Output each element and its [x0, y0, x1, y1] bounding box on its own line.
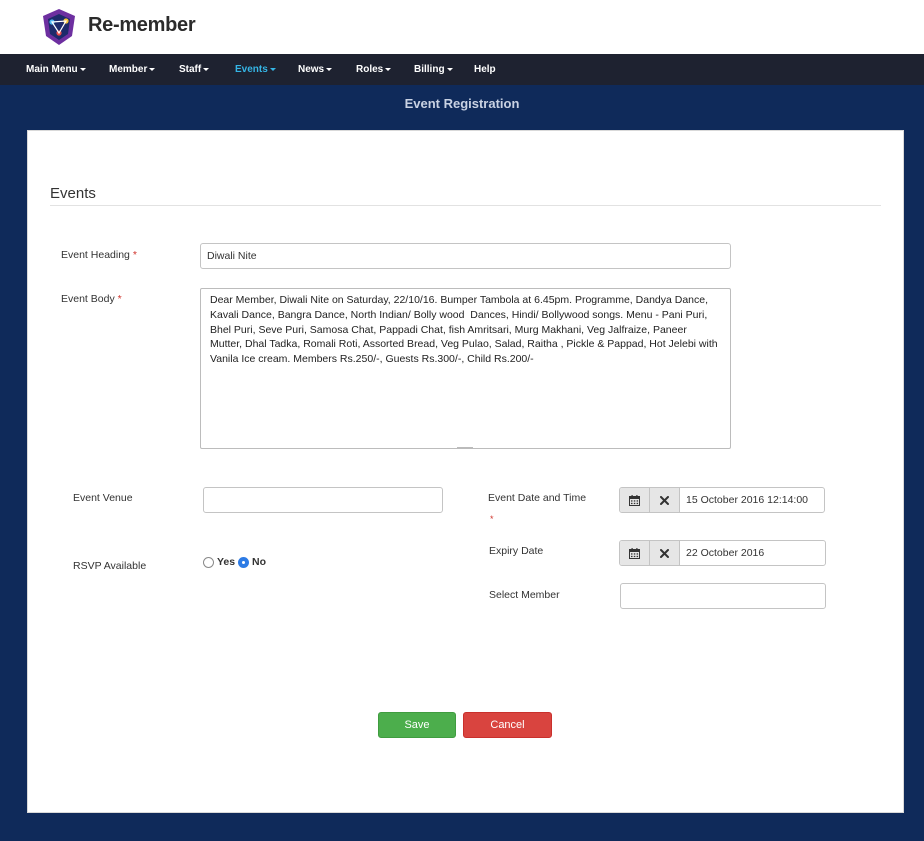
event-form-card: Events Event Heading * Diwali Nite Event…: [27, 130, 904, 813]
event-heading-input[interactable]: Diwali Nite: [200, 243, 731, 269]
calendar-icon: [629, 547, 640, 559]
caret-down-icon: [326, 68, 333, 71]
nav-label: Member: [109, 64, 148, 75]
page-title: Event Registration: [404, 96, 520, 111]
event-heading-value: Diwali Nite: [207, 250, 257, 262]
nav-roles[interactable]: Roles: [356, 54, 392, 85]
event-date-time-label: Event Date and Time: [488, 492, 587, 504]
textarea-resize-handle[interactable]: [457, 447, 473, 449]
required-marker: *: [117, 293, 122, 305]
expiry-date-picker: 22 October 2016: [619, 540, 826, 566]
select-member-label: Select Member: [489, 589, 560, 601]
nav-label: Events: [235, 64, 268, 75]
rsvp-no-radio[interactable]: [238, 557, 249, 568]
event-date-time-picker: 15 October 2016 12:14:00: [619, 487, 825, 513]
nav-billing[interactable]: Billing: [414, 54, 453, 85]
nav-label: Roles: [356, 64, 384, 75]
nav-label: Billing: [414, 64, 445, 75]
nav-news[interactable]: News: [298, 54, 333, 85]
section-divider: [50, 205, 881, 206]
event-body-label-text: Event Body: [61, 293, 115, 305]
nav-help[interactable]: Help: [474, 54, 496, 85]
caret-down-icon: [385, 68, 392, 71]
calendar-button[interactable]: [620, 488, 650, 512]
re-member-logo-icon[interactable]: [40, 7, 78, 47]
rsvp-label: RSVP Available: [73, 560, 147, 572]
event-body-label: Event Body *: [61, 293, 122, 305]
nav-label: Help: [474, 64, 496, 75]
section-title: Events: [50, 185, 96, 202]
expiry-date-input[interactable]: 22 October 2016: [680, 541, 825, 565]
event-venue-label: Event Venue: [73, 492, 133, 504]
save-button[interactable]: Save: [378, 712, 456, 738]
event-body-textarea[interactable]: Dear Member, Diwali Nite on Saturday, 22…: [200, 288, 731, 449]
main-nav: Main Menu Member Staff Events News Roles…: [0, 54, 924, 85]
nav-staff[interactable]: Staff: [179, 54, 210, 85]
event-heading-label: Event Heading *: [61, 249, 137, 261]
close-icon: [660, 495, 669, 505]
close-icon: [660, 548, 669, 558]
caret-down-icon: [203, 68, 210, 71]
event-venue-input[interactable]: [203, 487, 443, 513]
required-marker: *: [132, 249, 137, 261]
rsvp-yes-label[interactable]: Yes: [217, 556, 235, 568]
rsvp-yes-radio[interactable]: [203, 557, 214, 568]
required-marker: *: [490, 514, 494, 524]
calendar-button[interactable]: [620, 541, 650, 565]
caret-down-icon: [79, 68, 86, 71]
nav-label: News: [298, 64, 325, 75]
brand-name[interactable]: Re-member: [88, 14, 196, 37]
nav-events[interactable]: Events: [235, 54, 276, 85]
caret-down-icon: [269, 68, 276, 71]
nav-member[interactable]: Member: [109, 54, 156, 85]
event-date-time-input[interactable]: 15 October 2016 12:14:00: [680, 488, 824, 512]
clear-date-button[interactable]: [650, 488, 680, 512]
cancel-button[interactable]: Cancel: [463, 712, 552, 738]
event-heading-label-text: Event Heading: [61, 249, 130, 261]
nav-label: Staff: [179, 64, 202, 75]
top-header: Re-member: [0, 0, 924, 54]
calendar-icon: [629, 494, 640, 506]
caret-down-icon: [446, 68, 453, 71]
nav-label: Main Menu: [26, 64, 78, 75]
caret-down-icon: [149, 68, 156, 71]
clear-date-button[interactable]: [650, 541, 680, 565]
select-member-input[interactable]: [620, 583, 826, 609]
rsvp-no-label[interactable]: No: [252, 556, 266, 568]
nav-main-menu[interactable]: Main Menu: [26, 54, 86, 85]
expiry-date-label: Expiry Date: [489, 545, 544, 557]
